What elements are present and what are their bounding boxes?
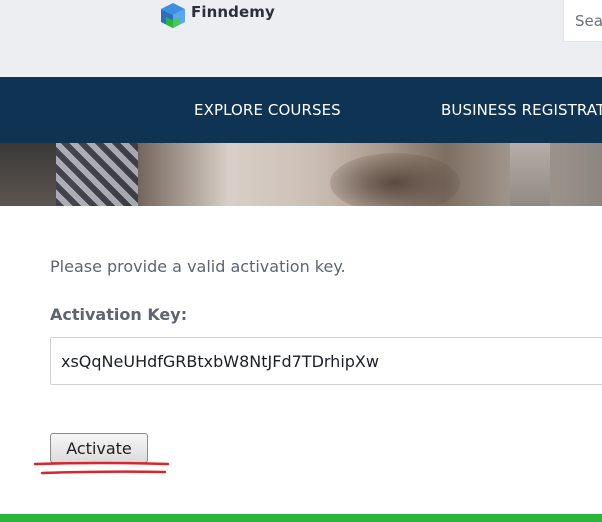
search-input[interactable] bbox=[575, 12, 602, 30]
hero-image-region bbox=[330, 153, 460, 206]
brand-logo[interactable]: Finndemy bbox=[158, 0, 275, 30]
footer-accent-bar bbox=[0, 514, 602, 522]
red-underline-annotation bbox=[33, 461, 170, 475]
activation-key-label: Activation Key: bbox=[50, 305, 188, 324]
search-box[interactable] bbox=[563, 0, 602, 42]
nav-item-explore-courses[interactable]: EXPLORE COURSES bbox=[194, 101, 341, 119]
status-message: Please provide a valid activation key. bbox=[50, 257, 346, 276]
activation-key-input[interactable] bbox=[50, 337, 602, 385]
brand-name: Finndemy bbox=[191, 3, 275, 21]
hero-image-region bbox=[510, 143, 550, 206]
nav-item-business-registration[interactable]: BUSINESS REGISTRATION bbox=[441, 101, 602, 119]
top-header: Finndemy bbox=[0, 0, 602, 77]
main-nav: EXPLORE COURSES BUSINESS REGISTRATION bbox=[0, 77, 602, 143]
hero-image-region bbox=[56, 143, 138, 206]
hero-banner-image bbox=[0, 143, 602, 206]
cube-logo-icon bbox=[161, 3, 185, 28]
hero-image-region bbox=[0, 143, 56, 206]
